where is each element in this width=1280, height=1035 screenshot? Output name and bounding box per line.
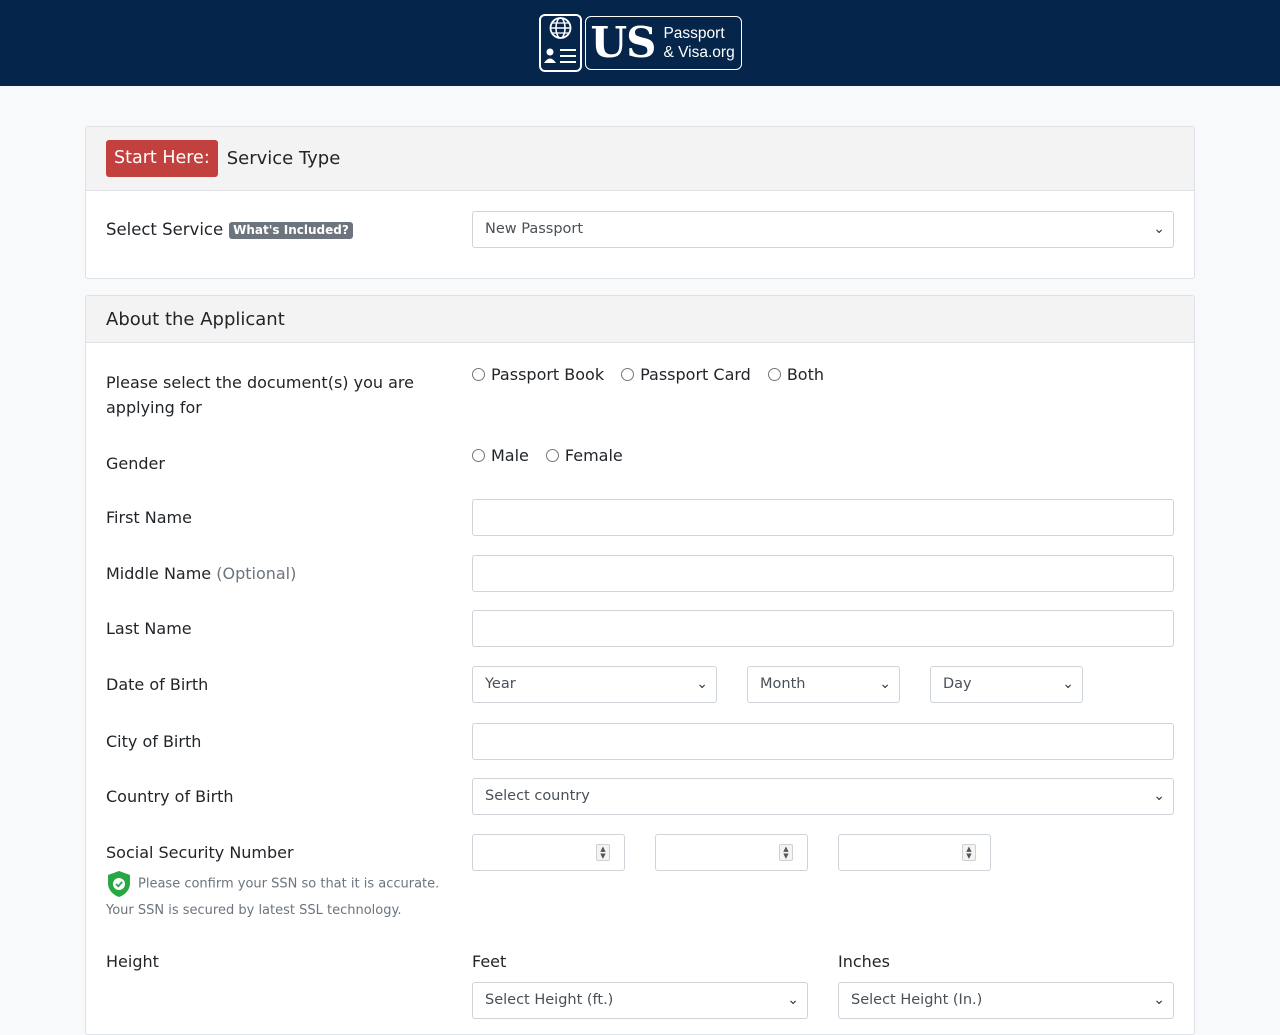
- spinner-arrows-icon[interactable]: ▲ ▼: [596, 844, 610, 861]
- radio-label: Male: [491, 446, 529, 465]
- city-row: City of Birth: [106, 723, 1174, 760]
- height-feet-select[interactable]: Select Height (ft.) ⌄: [472, 982, 808, 1019]
- ssn-note-line-1: Please confirm your SSN so that it is ac…: [106, 870, 456, 898]
- service-type-header: Start Here: Service Type: [86, 127, 1194, 191]
- chevron-down-icon: ⌄: [1153, 788, 1165, 804]
- ssn-part-2-input[interactable]: ▲ ▼: [655, 834, 808, 871]
- last-name-row: Last Name: [106, 610, 1174, 647]
- service-select-value: New Passport: [485, 221, 584, 237]
- applicant-title: About the Applicant: [106, 308, 285, 330]
- dob-label: Date of Birth: [106, 675, 209, 694]
- height-label: Height: [106, 952, 159, 971]
- radio-male[interactable]: Male: [472, 446, 529, 465]
- dob-month-value: Month: [760, 676, 806, 692]
- chevron-down-icon: ⌄: [879, 676, 891, 692]
- height-row: Height Feet Inches Select Height (ft.) ⌄…: [106, 949, 1174, 1021]
- chevron-down-icon: ⌄: [1062, 676, 1074, 692]
- logo-line-2: & Visa.org: [663, 44, 735, 61]
- dob-row: Date of Birth Year ⌄ Month ⌄ Day ⌄: [106, 666, 1174, 703]
- service-type-title: Service Type: [226, 148, 341, 169]
- last-name-input[interactable]: [472, 610, 1174, 647]
- radio-circle-icon: [472, 449, 485, 462]
- country-select[interactable]: Select country ⌄: [472, 778, 1174, 815]
- radio-label: Both: [786, 365, 825, 384]
- top-navbar: US Passport & Visa.org: [0, 0, 1280, 86]
- dob-year-value: Year: [485, 676, 516, 692]
- site-logo[interactable]: US Passport & Visa.org: [538, 14, 742, 72]
- radio-circle-icon: [621, 368, 635, 381]
- ssn-note: Please confirm your SSN so that it is ac…: [106, 870, 456, 923]
- gender-radio-group: Male Female: [472, 446, 640, 465]
- ssn-label: Social Security Number: [106, 843, 294, 862]
- logo-line-1: Passport: [663, 25, 725, 42]
- dob-day-value: Day: [943, 676, 972, 692]
- radio-circle-icon: [545, 449, 559, 462]
- chevron-down-icon: ⌄: [696, 676, 708, 692]
- document-label: Please select the document(s) you are ap…: [106, 373, 414, 417]
- service-type-card: Start Here: Service Type Select Service W…: [85, 126, 1195, 279]
- service-select[interactable]: New Passport ⌄: [472, 211, 1174, 248]
- first-name-row: First Name: [106, 499, 1174, 536]
- logo-wordmark: US Passport & Visa.org: [584, 16, 742, 70]
- select-service-row: Select Service What's Included? New Passp…: [106, 211, 1174, 248]
- gender-label: Gender: [106, 454, 165, 473]
- country-label: Country of Birth: [106, 787, 234, 806]
- select-service-text: Select Service: [106, 220, 224, 239]
- applicant-card: About the Applicant Please select the do…: [85, 295, 1195, 1035]
- ssn-part-3-input[interactable]: ▲ ▼: [838, 834, 991, 871]
- start-here-badge: Start Here:: [106, 140, 218, 177]
- chevron-down-icon: ⌄: [787, 992, 799, 1008]
- city-label: City of Birth: [106, 732, 202, 751]
- ssn-row: Social Security Number Please confirm yo…: [106, 834, 1174, 924]
- middle-name-input[interactable]: [472, 555, 1174, 592]
- city-input[interactable]: [472, 723, 1174, 760]
- ssn-note-line-2: Your SSN is secured by latest SSL techno…: [106, 903, 402, 918]
- height-inches-select[interactable]: Select Height (In.) ⌄: [838, 982, 1174, 1019]
- country-select-value: Select country: [485, 788, 590, 804]
- radio-label: Female: [564, 446, 623, 465]
- document-row: Please select the document(s) you are ap…: [106, 365, 1174, 420]
- spinner-arrows-icon[interactable]: ▲ ▼: [962, 844, 976, 861]
- dob-month-select[interactable]: Month ⌄: [747, 666, 900, 703]
- radio-passport-book[interactable]: Passport Book: [472, 365, 604, 384]
- ssn-note-text-1: Please confirm your SSN so that it is ac…: [138, 876, 440, 892]
- applicant-header: About the Applicant: [86, 296, 1194, 343]
- document-radio-group: Passport Book Passport Card Both: [472, 365, 841, 384]
- middle-name-text: Middle Name: [106, 564, 212, 583]
- chevron-down-icon: ⌄: [1153, 992, 1165, 1008]
- feet-label: Feet: [472, 952, 507, 971]
- dob-year-select[interactable]: Year ⌄: [472, 666, 717, 703]
- optional-text: (Optional): [216, 564, 297, 583]
- radio-label: Passport Book: [491, 365, 605, 384]
- logo-us-text: US: [590, 18, 657, 67]
- radio-female[interactable]: Female: [545, 446, 623, 465]
- whats-included-badge[interactable]: What's Included?: [229, 222, 353, 239]
- ssn-part-1-input[interactable]: ▲ ▼: [472, 834, 625, 871]
- radio-circle-icon: [472, 368, 485, 381]
- shield-check-icon: [108, 871, 130, 897]
- height-inches-value: Select Height (In.): [851, 992, 983, 1008]
- first-name-label: First Name: [106, 508, 192, 527]
- last-name-label: Last Name: [106, 619, 192, 638]
- radio-passport-card[interactable]: Passport Card: [621, 365, 751, 384]
- logo-tagline: Passport & Visa.org: [663, 24, 734, 62]
- middle-name-label: Middle Name (Optional): [106, 561, 296, 586]
- chevron-down-icon: ⌄: [1153, 221, 1165, 237]
- country-row: Country of Birth Select country ⌄: [106, 778, 1174, 815]
- height-feet-value: Select Height (ft.): [485, 992, 614, 1008]
- first-name-input[interactable]: [472, 499, 1174, 536]
- gender-row: Gender Male Female: [106, 446, 1174, 481]
- radio-circle-icon: [767, 368, 781, 381]
- dob-day-select[interactable]: Day ⌄: [930, 666, 1083, 703]
- radio-both[interactable]: Both: [767, 365, 825, 384]
- radio-label: Passport Card: [640, 365, 751, 384]
- passport-globe-icon: [538, 14, 582, 72]
- middle-name-row: Middle Name (Optional): [106, 555, 1174, 592]
- spinner-arrows-icon[interactable]: ▲ ▼: [779, 844, 793, 861]
- inches-label: Inches: [838, 952, 890, 971]
- select-service-label: Select Service What's Included?: [106, 217, 353, 242]
